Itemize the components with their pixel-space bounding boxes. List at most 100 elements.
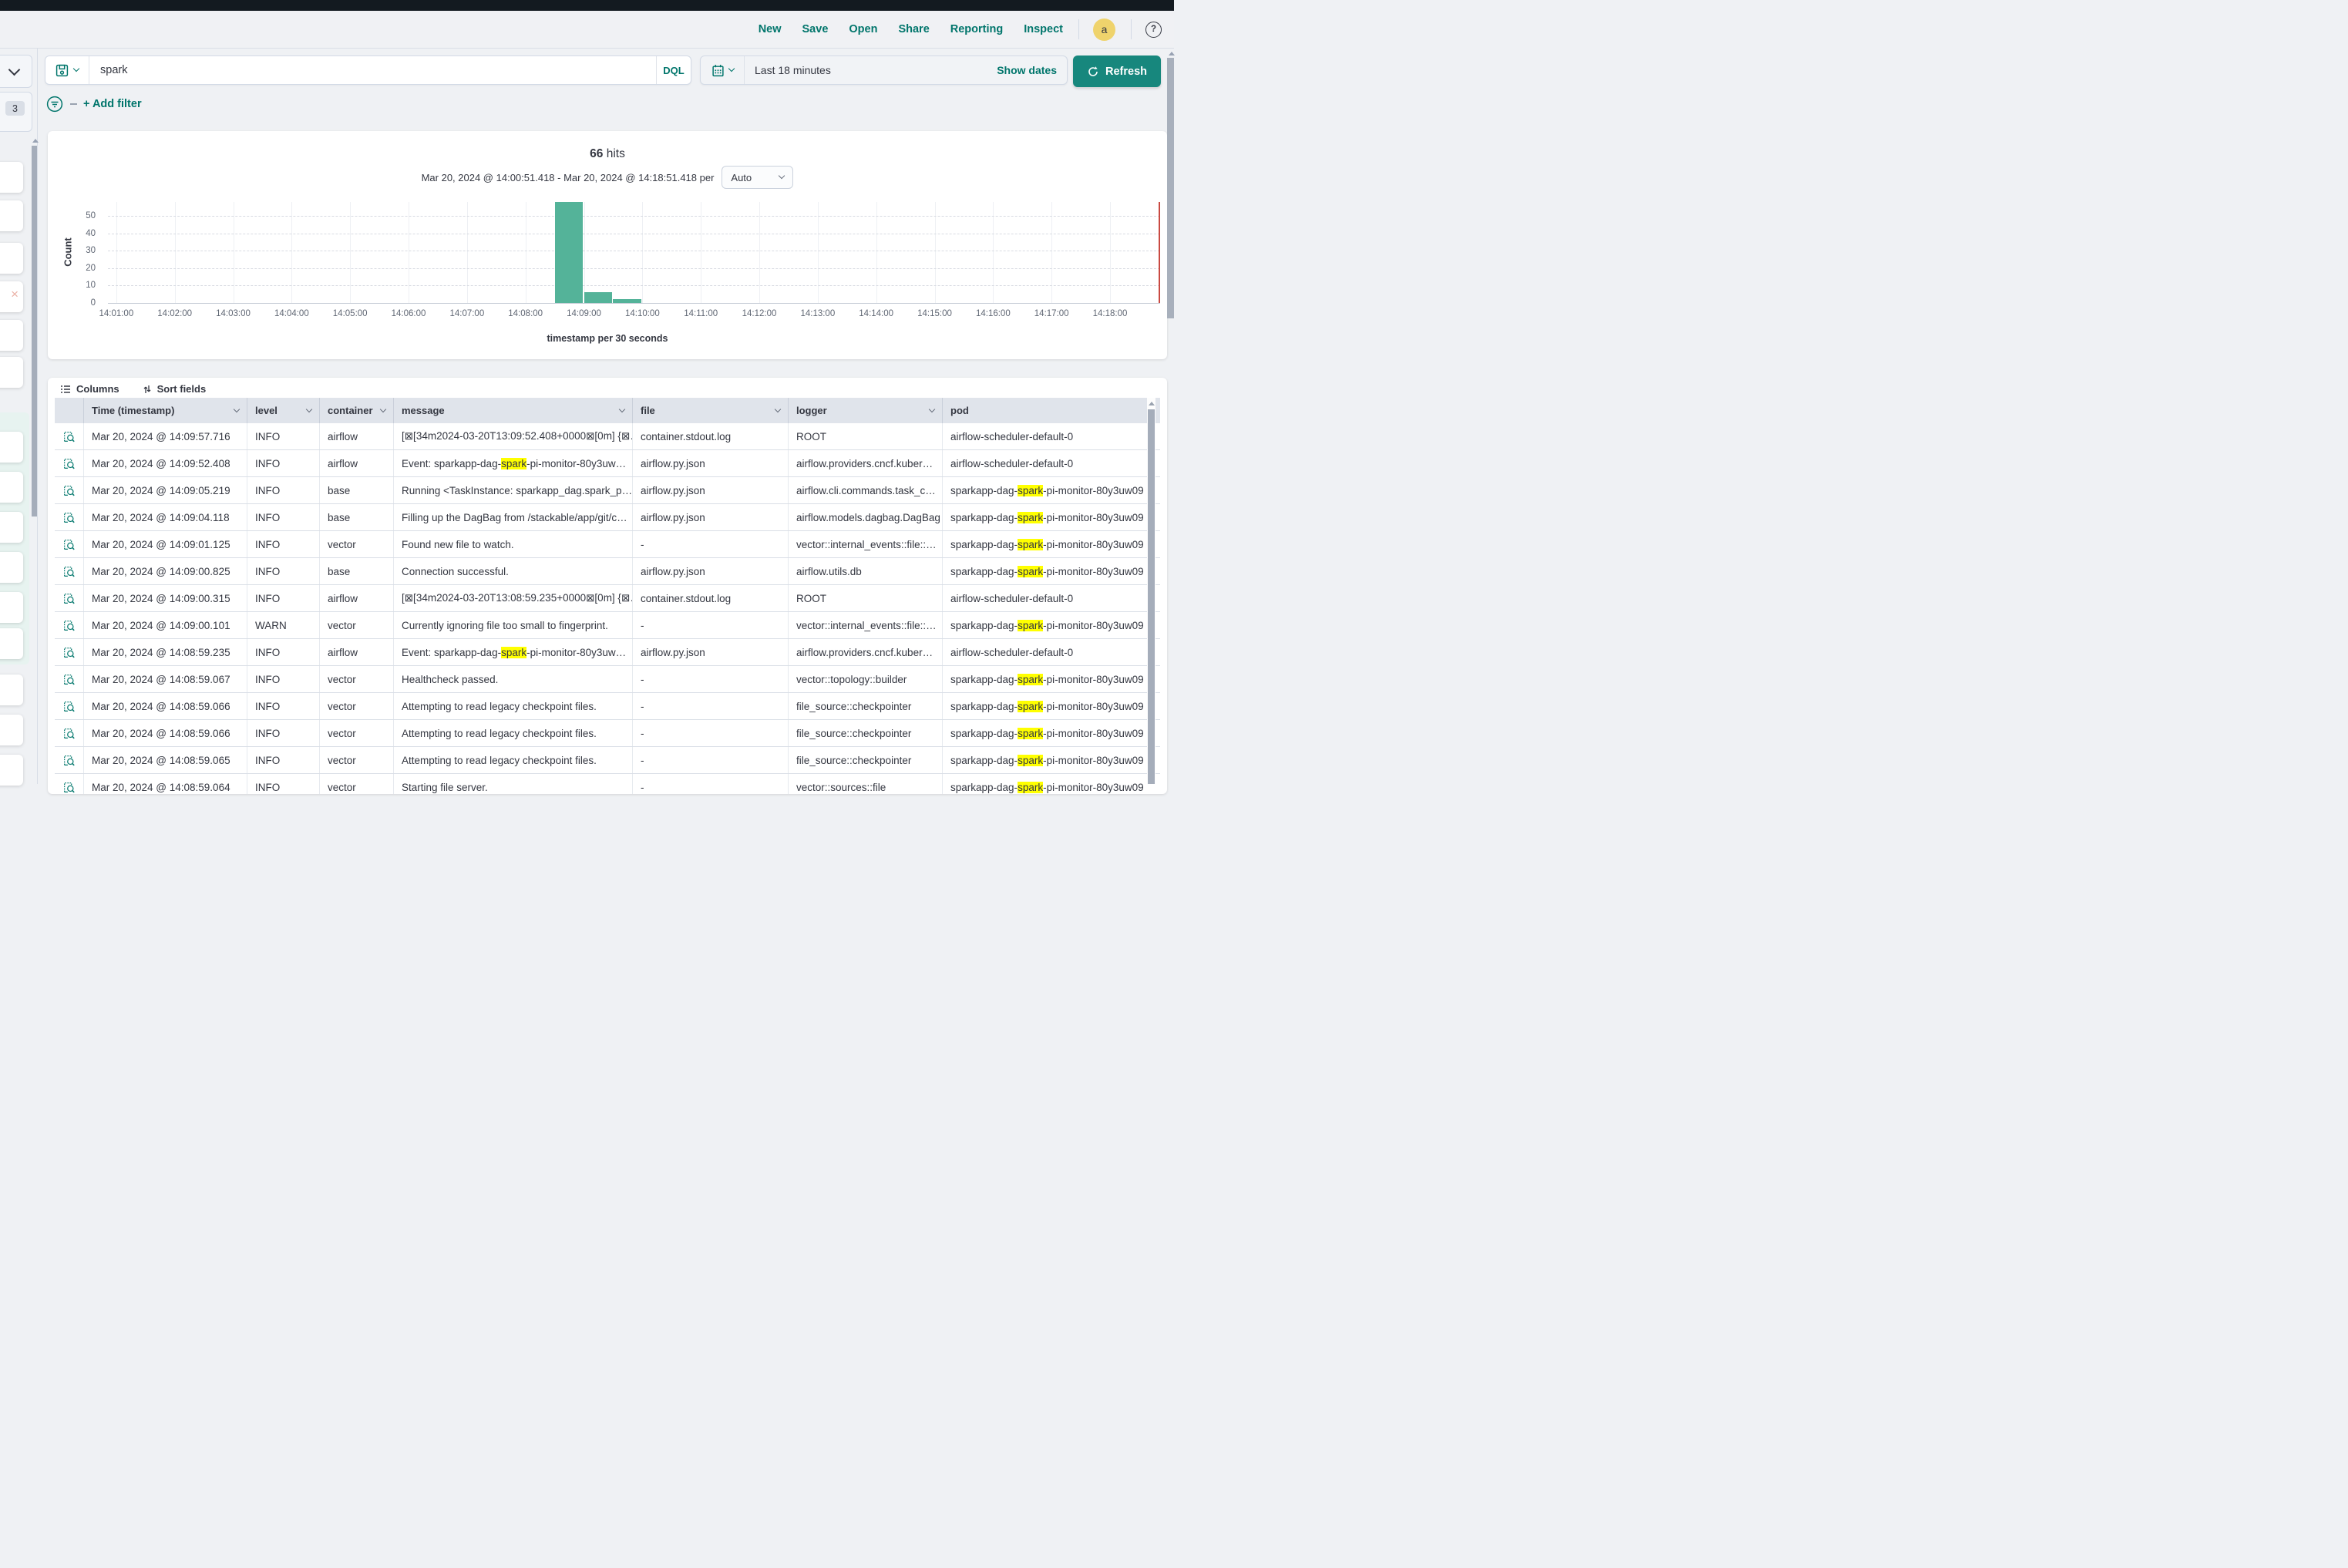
header-message[interactable]: message bbox=[394, 398, 633, 423]
header-time[interactable]: Time (timestamp) bbox=[84, 398, 247, 423]
field-card[interactable] bbox=[0, 432, 23, 463]
time-range-value[interactable]: Last 18 minutes bbox=[745, 64, 997, 76]
chevron-down-icon bbox=[728, 66, 734, 72]
expand-row-button[interactable] bbox=[55, 423, 84, 449]
list-icon bbox=[60, 384, 71, 395]
rail-divider bbox=[37, 49, 38, 784]
table-scroll-up-icon[interactable] bbox=[1149, 402, 1155, 405]
cell-cont: base bbox=[320, 477, 394, 503]
chevron-down-icon bbox=[380, 405, 386, 412]
table-row: Mar 20, 2024 @ 14:09:52.408INFOairflowEv… bbox=[55, 450, 1160, 477]
cell-cont: vector bbox=[320, 531, 394, 557]
expand-row-button[interactable] bbox=[55, 774, 84, 794]
saved-query-menu-button[interactable] bbox=[45, 56, 89, 84]
interval-value: Auto bbox=[731, 172, 752, 183]
query-bar: spark DQL bbox=[45, 56, 691, 85]
save-icon bbox=[56, 64, 69, 77]
sort-fields-button[interactable]: Sort fields bbox=[143, 383, 207, 395]
chevron-down-icon bbox=[234, 405, 240, 412]
x-tick-label: 14:18:00 bbox=[1093, 309, 1128, 318]
expand-row-button[interactable] bbox=[55, 612, 84, 638]
y-tick-label: 50 bbox=[86, 211, 96, 220]
filter-icon[interactable] bbox=[46, 96, 63, 113]
query-language-button[interactable]: DQL bbox=[656, 56, 691, 84]
table-row: Mar 20, 2024 @ 14:09:04.118INFObaseFilli… bbox=[55, 504, 1160, 531]
field-card[interactable] bbox=[0, 552, 23, 583]
hits-count: 66 bbox=[590, 147, 603, 160]
cell-log: airflow.cli.commands.task_c… bbox=[789, 477, 943, 503]
field-card[interactable] bbox=[0, 200, 23, 231]
expand-row-button[interactable] bbox=[55, 693, 84, 719]
nav-share[interactable]: Share bbox=[898, 23, 929, 35]
expand-row-button[interactable] bbox=[55, 558, 84, 584]
field-card[interactable] bbox=[0, 162, 23, 193]
expand-row-button[interactable] bbox=[55, 504, 84, 530]
user-avatar[interactable]: a bbox=[1093, 19, 1115, 41]
field-card[interactable] bbox=[0, 755, 23, 786]
histogram-bar[interactable] bbox=[613, 299, 641, 303]
nav-save[interactable]: Save bbox=[802, 23, 829, 35]
nav-reporting[interactable]: Reporting bbox=[950, 23, 1003, 35]
header-pod[interactable]: pod bbox=[943, 398, 1160, 423]
field-card[interactable] bbox=[0, 715, 23, 745]
nav-separator bbox=[1131, 19, 1132, 39]
date-quick-select-button[interactable] bbox=[701, 56, 745, 84]
cell-pod: sparkapp-dag-spark-pi-monitor-80y3uw09 bbox=[943, 612, 1160, 638]
sidebar-badge-box[interactable]: 3 bbox=[0, 92, 32, 132]
cell-file: airflow.py.json bbox=[633, 558, 789, 584]
header-container[interactable]: container bbox=[320, 398, 394, 423]
help-icon[interactable]: ? bbox=[1145, 22, 1162, 38]
header-level[interactable]: level bbox=[247, 398, 320, 423]
header-file[interactable]: file bbox=[633, 398, 789, 423]
refresh-label: Refresh bbox=[1105, 66, 1147, 78]
field-card[interactable] bbox=[0, 472, 23, 503]
sidebar-collapse-button[interactable] bbox=[0, 55, 32, 88]
table-scrollbar-thumb[interactable] bbox=[1148, 409, 1155, 784]
chevron-down-icon bbox=[779, 173, 785, 179]
rail-scroll-up-icon[interactable] bbox=[32, 139, 39, 143]
expand-row-button[interactable] bbox=[55, 639, 84, 665]
nav-open[interactable]: Open bbox=[849, 23, 877, 35]
add-filter-button[interactable]: + Add filter bbox=[83, 98, 142, 110]
interval-select[interactable]: Auto bbox=[722, 166, 793, 189]
expand-row-button[interactable] bbox=[55, 450, 84, 476]
highlight-match: spark bbox=[1018, 512, 1043, 523]
expand-row-button[interactable] bbox=[55, 585, 84, 611]
x-tick-label: 14:16:00 bbox=[976, 309, 1011, 318]
field-card[interactable] bbox=[0, 243, 23, 274]
nav-new[interactable]: New bbox=[759, 23, 782, 35]
expand-row-button[interactable] bbox=[55, 531, 84, 557]
refresh-button[interactable]: Refresh bbox=[1073, 56, 1161, 87]
search-input[interactable]: spark bbox=[89, 64, 656, 76]
remove-field-icon[interactable]: × bbox=[11, 288, 19, 301]
y-axis-labels: 01020304050 bbox=[69, 202, 102, 303]
cell-cont: base bbox=[320, 558, 394, 584]
page-scrollbar-thumb[interactable] bbox=[1167, 58, 1174, 318]
columns-button[interactable]: Columns bbox=[60, 383, 119, 395]
cell-file: - bbox=[633, 612, 789, 638]
field-card[interactable] bbox=[0, 512, 23, 543]
field-card[interactable] bbox=[0, 592, 23, 623]
field-card[interactable] bbox=[0, 628, 23, 659]
field-card[interactable] bbox=[0, 357, 23, 388]
x-tick-label: 14:13:00 bbox=[800, 309, 835, 318]
expand-row-button[interactable] bbox=[55, 720, 84, 746]
rail-scrollbar[interactable] bbox=[32, 146, 37, 516]
page-scroll-up-icon[interactable] bbox=[1169, 52, 1175, 56]
histogram-bar[interactable] bbox=[584, 292, 612, 303]
field-card[interactable]: × bbox=[0, 281, 23, 312]
show-dates-button[interactable]: Show dates bbox=[997, 64, 1067, 76]
field-card[interactable] bbox=[0, 675, 23, 705]
filter-bar: + Add filter bbox=[46, 96, 142, 113]
expand-row-button[interactable] bbox=[55, 666, 84, 692]
histogram-bar[interactable] bbox=[555, 202, 583, 303]
nav-inspect[interactable]: Inspect bbox=[1024, 23, 1063, 35]
histogram-plot[interactable] bbox=[108, 202, 1160, 304]
header-logger[interactable]: logger bbox=[789, 398, 943, 423]
expand-row-button[interactable] bbox=[55, 477, 84, 503]
expand-row-button[interactable] bbox=[55, 747, 84, 773]
expand-document-icon bbox=[62, 565, 76, 578]
table-row: Mar 20, 2024 @ 14:09:00.825INFObaseConne… bbox=[55, 558, 1160, 585]
field-card[interactable] bbox=[0, 320, 23, 351]
chevron-down-icon bbox=[306, 405, 312, 412]
